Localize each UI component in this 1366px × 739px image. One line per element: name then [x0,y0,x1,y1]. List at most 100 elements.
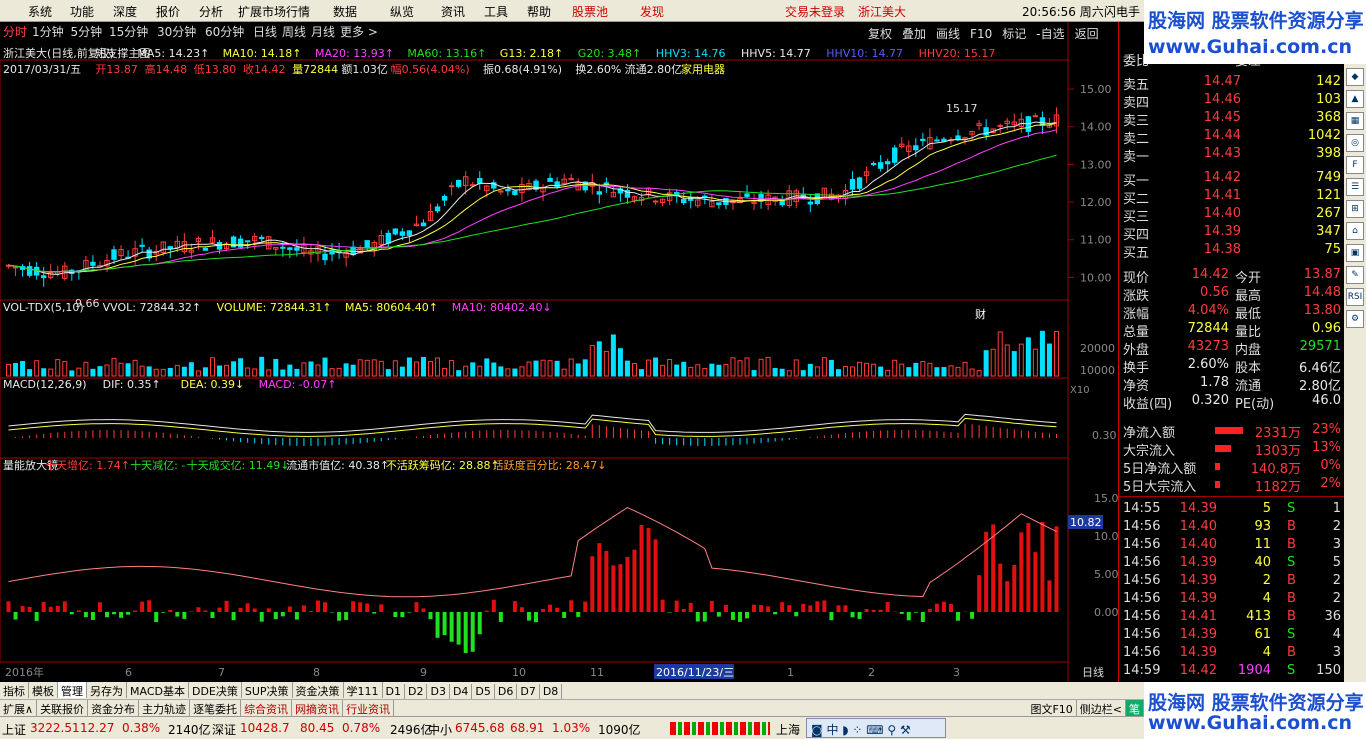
macd.items-label: DEA: 0.39↓ [181,378,245,391]
menu-item[interactable]: 帮助 [527,3,551,20]
flow-percent: 2% [1320,476,1341,491]
vol-unit: X10 [1070,385,1090,396]
amp-bar [1012,564,1017,612]
period-tab[interactable]: 月线 [311,25,335,39]
indicator-tab[interactable]: 资金决策 [293,682,344,698]
indicator-tab[interactable]: D5 [472,684,495,700]
menu-item[interactable]: 工具 [484,3,508,20]
info-tab[interactable]: 逐笔委托 [190,700,242,716]
candle-body [1039,117,1046,126]
period-tab[interactable]: 5分钟 [71,24,103,39]
menu-item[interactable]: 功能 [70,3,94,20]
tool-icon[interactable]: ▲ [1346,90,1364,108]
tool-icon[interactable]: ⊞ [1346,200,1364,218]
tool-icon[interactable]: ◎ [1346,134,1364,152]
volume-bar [153,368,159,377]
info-tab[interactable]: 综合资讯 [241,700,293,716]
volume-bar [646,359,652,377]
menu-item[interactable]: 报价 [156,3,180,20]
menu-item[interactable]: 股票池 [572,3,608,20]
period-tab[interactable]: 30分钟 [157,24,196,39]
amp-bar [1026,523,1031,612]
indicator-tab[interactable]: D1 [383,684,406,700]
window-title: 浙江美大 [858,5,907,19]
period-tab[interactable]: 15分钟 [109,24,148,39]
candle-body [477,178,483,184]
indicator-tab[interactable]: D4 [450,684,473,700]
info-tab[interactable]: 主力轨迹 [139,700,191,716]
period-tab[interactable]: 周线 [282,25,306,39]
tool-icon[interactable]: ▦ [1346,112,1364,130]
trade-status[interactable]: 交易未登录 [785,3,845,20]
tool-icon[interactable]: ⚙ [1346,310,1364,328]
menu-item[interactable]: 资讯 [441,3,465,20]
period-tab[interactable]: 更多 > [340,25,378,39]
menu-item[interactable]: 发现 [640,3,664,20]
amp-bar [203,610,208,612]
flow-row: 5日净流入额 140.8万 0% [1119,458,1345,477]
menu-item[interactable]: 扩展市场行情 [238,3,310,20]
tool-icon[interactable]: RSI [1346,288,1364,306]
menu-item[interactable]: 数据 [333,3,357,20]
info-tab[interactable]: 关联报价 [37,700,89,716]
tool-icon[interactable]: ▣ [1346,244,1364,262]
header.line1-label: MA5: 14.23↑ [137,47,209,60]
header.line1-label: MA20: 13.93↑ [315,47,394,60]
indicator-tab[interactable]: 学111 [344,682,383,698]
period-tab[interactable]: 分时 [3,25,27,39]
tool-icon[interactable]: ✎ [1346,266,1364,284]
menu-item[interactable]: 系统 [28,3,52,20]
indicator-tab[interactable]: D8 [540,684,563,700]
indicator-tab[interactable]: D3 [427,684,450,700]
menu-item[interactable]: 分析 [199,3,223,20]
indicator-tab[interactable]: DDE决策 [189,682,242,698]
info-tab[interactable]: 网摘资讯 [292,700,344,716]
tool-icon[interactable]: ⌂ [1346,222,1364,240]
volume-bar [892,359,898,377]
volume-bar [1025,337,1031,377]
indicator-tab[interactable]: D2 [405,684,428,700]
candle-body [399,231,406,236]
tool-icon[interactable]: F [1346,156,1364,174]
amp-bar [400,612,405,618]
ime-toolbar[interactable]: ◙ 中 ◗ ⁘ ⌨ ⚲ ⚒ [806,718,946,738]
market-breadth-bars [670,722,770,735]
info-tab[interactable]: 行业资讯 [343,700,395,716]
flow-bar [1215,481,1220,488]
tool-icon[interactable]: ☰ [1346,178,1364,196]
finance-marker[interactable]: 财 [975,307,986,321]
candle-body [920,138,926,142]
flow-percent: 13% [1312,440,1341,455]
indicator-tab[interactable]: D6 [495,684,518,700]
indicator-tab[interactable]: 指标 [0,682,29,698]
volume-bar [821,357,827,377]
period-tab[interactable]: 60分钟 [205,24,244,39]
indicator-tab[interactable]: 另存为 [87,682,127,698]
tick-count: 5 [1332,555,1341,570]
indicator-tab[interactable]: MACD基本 [127,682,189,698]
indicator-tab[interactable]: 管理 [58,682,87,698]
volume-bar [343,363,349,377]
sidebar-toggle[interactable]: 侧边栏< [1077,700,1126,716]
tool-icon[interactable]: ◆ [1346,68,1364,86]
volume-bar [69,370,75,377]
amp-bar [407,612,412,613]
volume-bar [660,364,666,377]
period-tab[interactable]: 日线 [253,25,277,39]
candle-body [779,199,785,206]
sidebar-toggle[interactable]: 笔 [1126,700,1144,716]
bid-price: 14.39 [1203,224,1241,239]
price-axis-label: 11.00 [1080,234,1112,247]
menu-item[interactable]: 纵览 [390,3,414,20]
indicator-tab[interactable]: 模板 [29,682,58,698]
indicator-tab[interactable]: D7 [517,684,540,700]
sidebar-toggle[interactable]: 图文F10 [1027,700,1077,716]
info-tab[interactable]: 扩展∧ [0,700,38,716]
indicator-tab[interactable]: SUP决策 [242,682,293,698]
info-tab[interactable]: 资金分布 [88,700,140,716]
kline-chart[interactable]: 分时 1分钟 5分钟 15分钟 30分钟 60分钟 日线 周线 月线 更多 >浙江美大(日线,前复… [0,22,1118,682]
flash-trade-button[interactable]: 闪电手 [1104,3,1140,20]
menu-item[interactable]: 深度 [113,3,137,20]
period-tab[interactable]: 1分钟 [32,24,64,39]
kline-chart-area[interactable]: 复权 叠加 画线 F10 标记 -自选 返回 分时 1分钟 5分钟 15分钟 30分钟 60分钟 日线周… [0,22,1118,682]
